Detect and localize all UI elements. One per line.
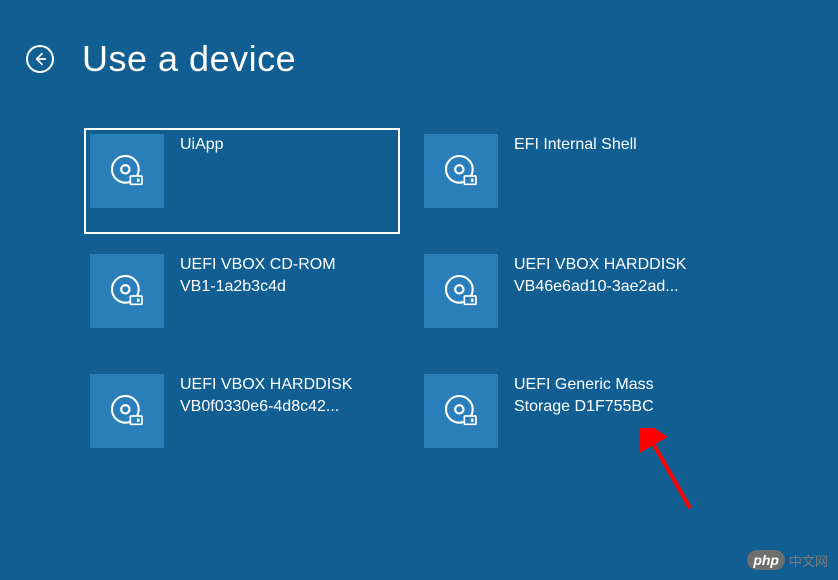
back-button[interactable] xyxy=(26,45,54,73)
disc-icon xyxy=(424,254,498,328)
page-title: Use a device xyxy=(82,38,296,80)
device-label: UEFI VBOX HARDDISK VB0f0330e6-4d8c42... xyxy=(180,374,352,417)
disc-icon xyxy=(90,374,164,448)
device-tile-vbox-harddisk-1[interactable]: UEFI VBOX HARDDISK VB46e6ad10-3ae2ad... xyxy=(418,248,734,354)
device-tile-efi-shell[interactable]: EFI Internal Shell xyxy=(418,128,734,234)
device-label: UiApp xyxy=(180,134,224,156)
disc-icon xyxy=(90,254,164,328)
device-label: UEFI Generic Mass Storage D1F755BC xyxy=(514,374,654,417)
arrow-left-icon xyxy=(32,51,48,67)
device-tile-generic-mass-storage[interactable]: UEFI Generic Mass Storage D1F755BC xyxy=(418,368,734,474)
device-label: UEFI VBOX CD-ROM VB1-1a2b3c4d xyxy=(180,254,336,297)
disc-icon xyxy=(424,134,498,208)
device-label: UEFI VBOX HARDDISK VB46e6ad10-3ae2ad... xyxy=(514,254,686,297)
disc-icon xyxy=(424,374,498,448)
watermark: php 中文网 xyxy=(747,550,828,570)
watermark-text: 中文网 xyxy=(789,551,828,570)
device-label: EFI Internal Shell xyxy=(514,134,637,156)
watermark-logo: php xyxy=(747,550,785,570)
device-tile-uiapp[interactable]: UiApp xyxy=(84,128,400,234)
devices-grid: UiApp EFI Internal Shell UEFI VBOX CD-RO… xyxy=(0,80,838,474)
device-tile-vbox-harddisk-2[interactable]: UEFI VBOX HARDDISK VB0f0330e6-4d8c42... xyxy=(84,368,400,474)
device-tile-vbox-cdrom[interactable]: UEFI VBOX CD-ROM VB1-1a2b3c4d xyxy=(84,248,400,354)
header: Use a device xyxy=(0,0,838,80)
disc-icon xyxy=(90,134,164,208)
